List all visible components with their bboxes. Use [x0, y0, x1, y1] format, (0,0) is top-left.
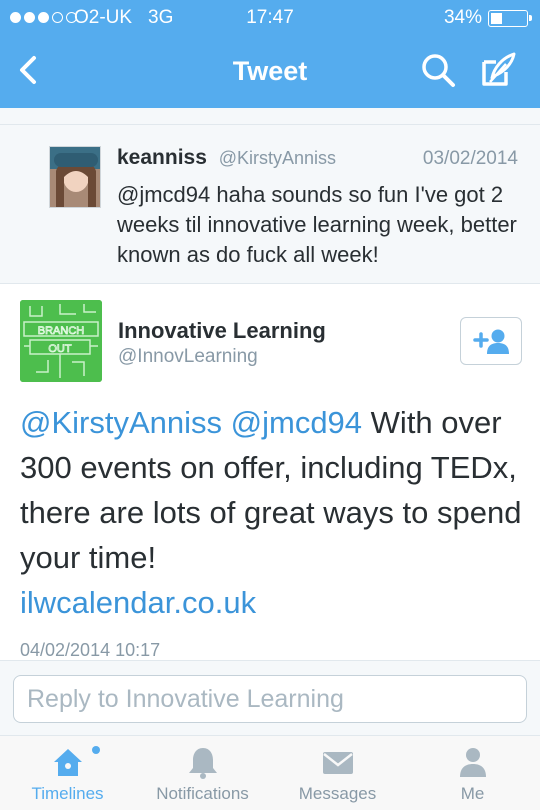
add-user-icon	[473, 329, 509, 354]
mention-link[interactable]: @jmcd94	[231, 405, 362, 440]
tab-label: Messages	[298, 784, 377, 803]
tweet-text: @jmcd94 haha sounds so fun I've got 2 we…	[117, 182, 517, 267]
status-bar: O2-UK 3G 17:47 34%	[0, 0, 540, 36]
branch-out-logo: BRANCH OUT	[20, 300, 102, 382]
follow-button[interactable]	[460, 317, 522, 365]
user-photo-icon	[50, 147, 100, 207]
tab-label: Me	[460, 784, 485, 803]
reply-bar	[0, 660, 540, 736]
tweet-date: 03/02/2014	[422, 148, 518, 169]
tab-bar: Timelines Notifications Messages Me	[0, 736, 540, 810]
unread-dot	[92, 746, 100, 754]
logo-text-bottom: OUT	[48, 343, 72, 355]
tab-me[interactable]: Me	[405, 736, 540, 810]
author-handle[interactable]: @InnovLearning	[118, 346, 258, 368]
reply-input[interactable]	[13, 675, 527, 723]
mention-link[interactable]: @KirstyAnniss	[20, 405, 222, 440]
tab-notifications[interactable]: Notifications	[135, 736, 270, 810]
compose-icon	[482, 52, 516, 86]
home-icon	[53, 749, 82, 776]
avatar[interactable]	[49, 146, 101, 208]
tweet-text: @KirstyAnniss @jmcd94 With over 300 even…	[20, 400, 530, 625]
search-icon	[422, 54, 455, 87]
focused-tweet: BRANCH OUT Innovative Learning @InnovLea…	[0, 284, 540, 660]
tab-label: Timelines	[31, 784, 104, 803]
compose-button[interactable]	[476, 48, 520, 92]
battery-icon	[488, 10, 532, 27]
avatar[interactable]: BRANCH OUT	[20, 300, 102, 382]
tab-messages[interactable]: Messages	[270, 736, 405, 810]
tab-timelines[interactable]: Timelines	[0, 736, 135, 810]
tab-label: Notifications	[156, 784, 249, 803]
parent-author: keanniss @KirstyAnniss	[117, 146, 336, 170]
author-name[interactable]: Innovative Learning	[118, 318, 326, 344]
page-title: Tweet	[232, 56, 308, 86]
logo-text-top: BRANCH	[38, 325, 85, 337]
envelope-icon	[322, 752, 353, 774]
header: O2-UK 3G 17:47 34% Tweet	[0, 0, 540, 108]
person-icon	[459, 748, 486, 777]
author-handle[interactable]: @KirstyAnniss	[219, 148, 336, 168]
replied-tweet[interactable]: keanniss @KirstyAnniss 03/02/2014 @jmcd9…	[0, 108, 540, 284]
author-name[interactable]: keanniss	[117, 146, 207, 169]
divider	[0, 124, 540, 125]
tweet-timestamp: 04/02/2014 10:17	[20, 640, 161, 660]
bell-icon	[188, 748, 217, 779]
battery-percent: 34%	[443, 7, 482, 28]
url-link[interactable]: ilwcalendar.co.uk	[20, 585, 256, 620]
nav-bar: Tweet	[0, 36, 540, 108]
search-button[interactable]	[418, 50, 458, 90]
